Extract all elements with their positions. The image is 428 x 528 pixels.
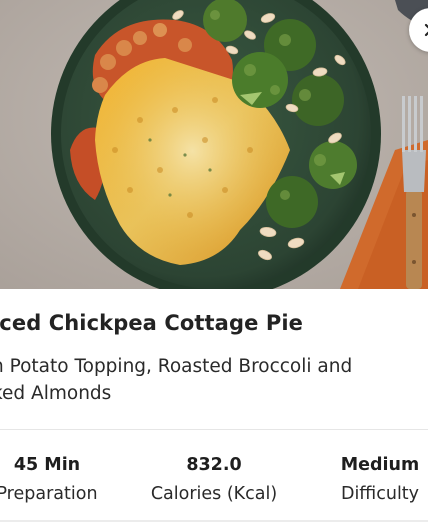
recipe-hero-image — [0, 0, 428, 289]
recipe-stats: 45 Min Preparation 832.0 Calories (Kcal)… — [0, 430, 428, 522]
stat-value: 832.0 — [186, 455, 242, 475]
stat-preparation: 45 Min Preparation — [0, 452, 104, 504]
stat-label: Difficulty — [340, 484, 420, 504]
stat-label: Preparation — [0, 484, 98, 504]
recipe-subtitle: h Potato Topping, Roasted Broccoli and k… — [0, 356, 353, 404]
recipe-header: iced Chickpea Cottage Pie h Potato Toppi… — [0, 289, 428, 429]
recipe-title: iced Chickpea Cottage Pie — [0, 311, 303, 335]
stat-value: 45 Min — [13, 455, 81, 475]
stat-label: Calories (Kcal) — [150, 484, 278, 504]
stat-calories: 832.0 Calories (Kcal) — [146, 452, 282, 504]
close-icon — [424, 23, 428, 37]
stat-difficulty: Medium Difficulty — [334, 452, 426, 504]
divider — [0, 520, 428, 522]
recipe-photo — [0, 0, 428, 289]
stat-value: Medium — [340, 455, 420, 475]
